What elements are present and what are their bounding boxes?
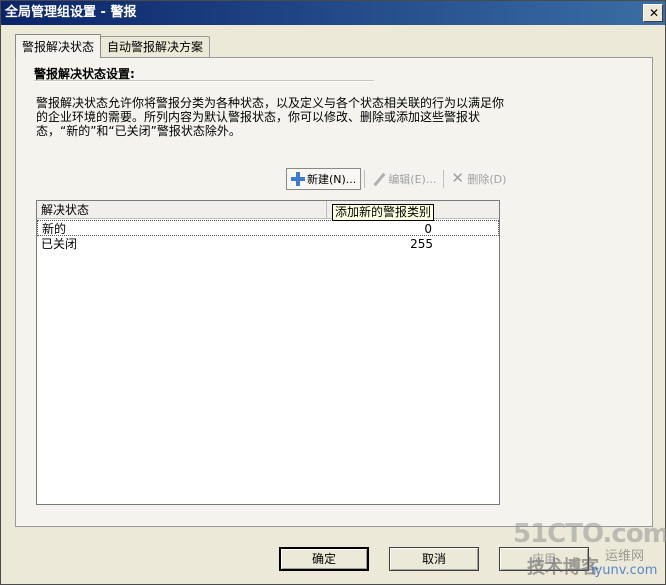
- section-description: 警报解决状态允许你将警报分类为各种状态，以及定义与各个状态相关联的行为以满足你的…: [36, 96, 505, 138]
- watermark-tag: 运维网: [605, 549, 645, 564]
- apply-button[interactable]: 应用: [499, 547, 589, 571]
- close-icon: ✕: [649, 6, 660, 20]
- resolution-state-list[interactable]: 解决状态 ID 新的 0 已关闭 255: [36, 200, 500, 505]
- title-bar: 全局管理组设置 - 警报 ✕: [1, 1, 665, 25]
- edit-button-label: 编辑(E)...: [388, 173, 437, 186]
- dialog-buttons: 确定 取消 应用: [279, 547, 589, 571]
- watermark-url: iyunv.com: [591, 563, 658, 578]
- tab-alert-resolution-states[interactable]: 警报解决状态: [15, 34, 102, 58]
- delete-button-label: 删除(D): [467, 173, 507, 186]
- row-state-name: 已关闭: [41, 237, 78, 251]
- cancel-button[interactable]: 取消: [389, 547, 479, 571]
- toolbar-separator: [364, 170, 366, 188]
- section-divider: [34, 80, 374, 82]
- delete-button[interactable]: 删除(D): [447, 168, 510, 190]
- pencil-icon: [372, 172, 386, 186]
- edit-button[interactable]: 编辑(E)...: [368, 168, 440, 190]
- new-button[interactable]: 新建(N)...: [286, 168, 362, 190]
- row-state-name: 新的: [42, 222, 67, 236]
- window-title: 全局管理组设置 - 警报: [5, 5, 137, 20]
- tab-auto-alert-resolution[interactable]: 自动警报解决方案: [100, 36, 211, 58]
- title-buttons: ✕: [643, 4, 663, 22]
- row-state-id: 255: [410, 237, 433, 251]
- ok-button[interactable]: 确定: [279, 547, 369, 571]
- tooltip: 添加新的警报类别: [332, 204, 435, 221]
- delete-icon: [451, 170, 465, 186]
- column-header-state[interactable]: 解决状态: [37, 201, 327, 219]
- new-button-label: 新建(N)...: [307, 173, 357, 186]
- close-button[interactable]: ✕: [643, 4, 663, 22]
- plus-icon: [291, 172, 305, 186]
- toolbar-separator: [443, 170, 445, 188]
- tab-panel: 警报解决状态设置: 警报解决状态允许你将警报分类为各种状态，以及定义与各个状态相…: [15, 57, 653, 527]
- list-row[interactable]: 已关闭 255: [37, 236, 499, 252]
- list-toolbar: 新建(N)... 编辑(E)... 删除(D): [286, 168, 510, 190]
- list-row[interactable]: 新的 0: [37, 220, 499, 236]
- tab-strip: 警报解决状态 自动警报解决方案: [15, 34, 211, 58]
- row-state-id: 0: [424, 222, 432, 236]
- dialog-window: 全局管理组设置 - 警报 ✕ 警报解决状态 自动警报解决方案 警报解决状态设置:…: [0, 0, 666, 585]
